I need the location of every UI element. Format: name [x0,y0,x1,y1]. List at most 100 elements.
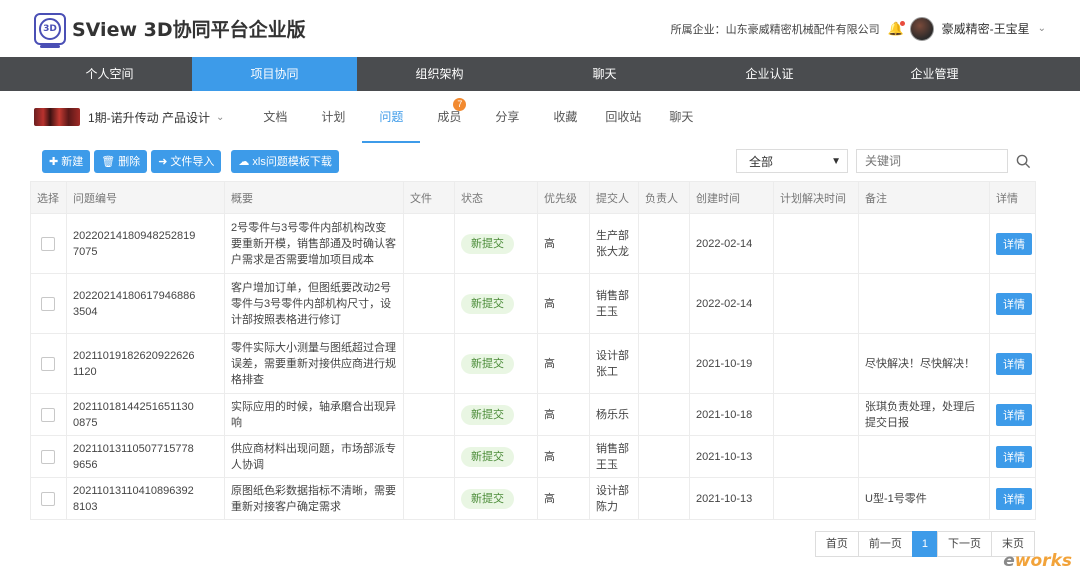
status-badge: 新提交 [461,488,514,509]
column-header: 创建时间 [689,181,774,214]
cell-priority: 高 [537,213,590,274]
cell-summary: 实际应用的时候，轴承磨合出现异响 [224,393,404,436]
cell-submitter: 销售部王玉 [589,273,639,334]
chevron-down-icon[interactable]: ⌄ [1038,23,1046,34]
import-button[interactable]: ➜ 文件导入 [151,149,222,173]
project-selector[interactable]: 1期-诺升传动 产品设计 ⌄ [88,109,224,126]
table-row[interactable]: 20211013110507715778 9656 供应商材料出现问题，市场部派专… [30,435,1036,478]
cell-submitter: 设计部张工 [589,333,639,394]
select-cell [30,273,67,334]
main-nav-item[interactable]: 聊天 [522,57,687,91]
cell-planned [773,477,859,520]
column-header: 备注 [858,181,990,214]
column-header: 提交人 [589,181,639,214]
cell-file [403,435,455,478]
sub-tab[interactable]: 文档 [246,91,304,143]
main-nav-item[interactable]: 企业认证 [687,57,852,91]
cell-priority: 高 [537,435,590,478]
cell-status: 新提交 [454,435,538,478]
detail-button[interactable]: 详情 [996,292,1032,315]
cell-status: 新提交 [454,477,538,520]
status-badge: 新提交 [461,293,514,314]
cell-id: 20211018144251651130 0875 [66,393,225,436]
table-row[interactable]: 20211019182620922626 1120 零件实际大小测量与图纸超过合理… [30,333,1036,394]
page-1-button[interactable]: 1 [911,531,938,557]
cell-status: 新提交 [454,213,538,274]
sub-tab[interactable]: 分享 [478,91,536,143]
cell-planned [773,333,859,394]
row-checkbox[interactable] [41,356,55,371]
status-badge: 新提交 [461,404,514,425]
sub-tab[interactable]: 收藏 [536,91,594,143]
arrow-right-icon: ➜ [158,155,168,168]
search-input[interactable] [856,149,1008,173]
sub-tab[interactable]: 计划 [304,91,362,143]
avatar[interactable] [909,16,934,41]
cell-summary: 原图纸色彩数据指标不清晰，需要重新对接客户确定需求 [224,477,404,520]
cell-priority: 高 [537,393,590,436]
sub-tab[interactable]: 聊天 [652,91,710,143]
detail-button[interactable]: 详情 [996,487,1032,510]
prev-page-button[interactable]: 前一页 [857,531,913,557]
delete-button[interactable]: 🗑 删除 [94,149,148,173]
cell-note: 张琪负责处理，处理后提交日报 [858,393,990,436]
detail-cell: 详情 [989,435,1036,478]
detail-cell: 详情 [989,273,1036,334]
brand[interactable]: 3D SView 3D协同平台企业版 [34,12,306,48]
next-page-button[interactable]: 下一页 [937,531,992,557]
column-header: 概要 [224,181,404,214]
cell-status: 新提交 [454,333,538,394]
project-bar: 1期-诺升传动 产品设计 ⌄ 文档 计划 问题 成员 7 分享 收藏 回收站 聊天 [0,91,1080,143]
company-label: 所属企业：山东豪威精密机械配件有限公司 [670,23,880,36]
detail-button[interactable]: 详情 [996,445,1032,468]
column-header: 文件 [403,181,455,214]
detail-button[interactable]: 详情 [996,352,1032,375]
bell-icon[interactable]: 🔔 [888,20,905,36]
detail-button[interactable]: 详情 [996,403,1032,426]
row-checkbox[interactable] [41,449,55,464]
search-icon[interactable] [1008,149,1038,173]
user-name[interactable]: 豪威精密-王宝星 [942,20,1030,37]
cell-id: 20211013110410896392 8103 [66,477,225,520]
cell-priority: 高 [537,273,590,334]
select-cell [30,333,67,394]
main-nav-item[interactable]: 企业管理 [852,57,1017,91]
template-download-button[interactable]: ☁ xls问题模板下载 [231,149,339,173]
cell-note [858,435,990,478]
project-name: 1期-诺升传动 产品设计 [88,110,211,125]
status-filter-select[interactable]: 全部 ▼ [736,149,848,173]
detail-cell: 详情 [989,333,1036,394]
detail-cell: 详情 [989,477,1036,520]
cell-submitter: 设计部陈力 [589,477,639,520]
table-header-row: 选择 问题编号 概要 文件 状态 优先级 提交人 负责人 创建时间 计划解决时间 备注 详情 [30,181,1036,214]
cell-planned [773,435,859,478]
sub-tabs: 文档 计划 问题 成员 7 分享 收藏 回收站 聊天 [246,91,710,143]
main-nav-item[interactable]: 个人空间 [27,57,192,91]
detail-button[interactable]: 详情 [996,232,1032,255]
row-checkbox[interactable] [41,491,55,506]
new-button[interactable]: ✚ 新建 [42,149,91,173]
sub-tab[interactable]: 问题 [362,91,421,143]
table-row[interactable]: 20220214180617946886 3504 客户增加订单，但图纸要改动2号… [30,273,1036,334]
table-row[interactable]: 20220214180948252819 7075 2号零件与3号零件内部机构改变… [30,213,1036,274]
cell-created: 2021-10-13 [689,477,774,520]
row-checkbox[interactable] [41,236,55,251]
column-header: 优先级 [537,181,590,214]
table-row[interactable]: 20211018144251651130 0875 实际应用的时候，轴承磨合出现异… [30,393,1036,436]
sub-tab[interactable]: 成员 7 [420,91,478,143]
cell-note [858,213,990,274]
sub-tab[interactable]: 回收站 [594,91,652,143]
first-page-button[interactable]: 首页 [814,531,859,557]
trash-icon: 🗑 [101,155,116,168]
row-checkbox[interactable] [41,296,55,311]
cell-note [858,273,990,334]
main-nav-item[interactable]: 组织架构 [357,57,522,91]
main-nav-item[interactable]: 项目协同 [192,57,357,91]
status-badge: 新提交 [461,233,514,254]
cell-file [403,393,455,436]
row-checkbox[interactable] [41,407,55,422]
cell-id: 20211019182620922626 1120 [66,333,225,394]
column-header: 计划解决时间 [773,181,859,214]
table-row[interactable]: 20211013110410896392 8103 原图纸色彩数据指标不清晰，需要… [30,477,1036,520]
select-cell [30,435,67,478]
